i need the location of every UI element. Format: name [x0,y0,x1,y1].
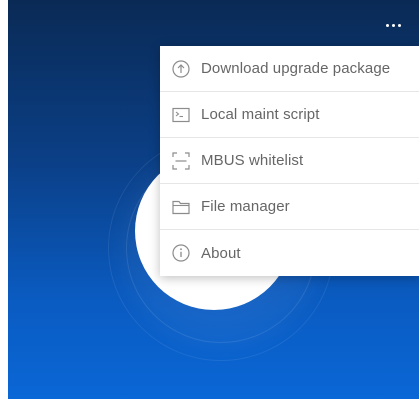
menu-item-file-manager[interactable]: File manager [160,184,419,230]
menu-item-label: Download upgrade package [201,60,391,77]
upload-circle-icon [171,59,191,79]
menu-item-download-upgrade-package[interactable]: Download upgrade package [160,46,419,92]
info-circle-icon [171,243,191,263]
more-menu-button[interactable] [382,18,404,32]
more-horizontal-icon [385,23,389,27]
menu-item-label: Local maint script [201,106,320,123]
menu-item-local-maint-script[interactable]: Local maint script [160,92,419,138]
menu-item-label: File manager [201,198,290,215]
menu-item-about[interactable]: About [160,230,419,276]
menu-item-label: MBUS whitelist [201,152,304,169]
folder-icon [171,197,191,217]
overflow-menu: Download upgrade package Local maint scr… [160,46,419,276]
menu-item-mbus-whitelist[interactable]: MBUS whitelist [160,138,419,184]
scan-frame-icon [171,151,191,171]
menu-item-label: About [201,244,241,262]
more-dot [397,23,401,27]
terminal-icon [171,105,191,125]
more-dot [391,23,395,27]
